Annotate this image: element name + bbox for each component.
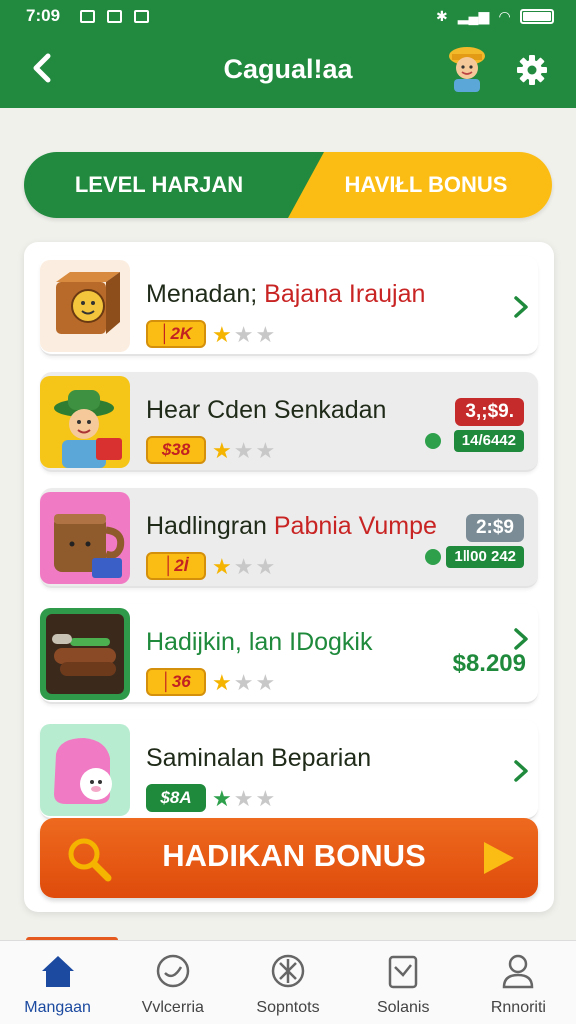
item-price: $8.209: [452, 650, 526, 677]
sun-icon: [271, 954, 305, 988]
list-item[interactable]: Hear Cden Senkadan $38 ★★★ 3,;$9. 14/644…: [40, 372, 538, 472]
level-chip: │36: [146, 668, 206, 696]
level-chip: │2İ: [146, 552, 206, 580]
status-bar: 7:09 ✱ ▂▄▆ ◠: [0, 0, 576, 32]
app-header: Cagual!aa: [0, 32, 576, 108]
nav-item-vvlcerria[interactable]: Vvlcerria: [115, 941, 230, 1024]
item-title: Hear Cden Senkadan: [146, 396, 387, 424]
level-chip: │2K: [146, 320, 206, 348]
wifi-icon: ◠: [499, 7, 510, 24]
star-rating: ★★★: [212, 438, 277, 464]
chevron-right-icon: [514, 628, 528, 650]
home-icon: [41, 956, 74, 987]
gem-icon: [425, 433, 441, 449]
item-list-panel: Menadan; Bajana Iraujan │2K ★★★ Hear Cde…: [24, 242, 554, 912]
bonus-button-label: HADIKAN BONUS: [162, 838, 426, 873]
chevron-right-icon: [514, 296, 528, 318]
star-rating: ★★★: [212, 786, 277, 812]
farmer-icon: [40, 376, 130, 468]
bonus-button[interactable]: HADIKAN BONUS: [40, 818, 538, 898]
star-icon: ★: [255, 322, 278, 347]
bottom-nav: Mangaan Vvlcerria Sopntots Solanis Rnnor…: [0, 940, 576, 1024]
pig-icon: [40, 724, 130, 816]
play-icon: [484, 842, 514, 874]
price-badge: 3,;$9.: [455, 398, 524, 426]
item-title: Saminalan Beparian: [146, 744, 372, 772]
item-title: Hadlingran Pabnia Vumpe: [146, 512, 437, 540]
gear-icon: [517, 55, 547, 85]
signal-icon: ▂▄▆: [457, 7, 490, 24]
star-rating: ★★★: [212, 670, 277, 696]
nav-label: Rnnoriti: [490, 999, 546, 1016]
chevron-right-icon: [514, 760, 528, 782]
star-icon: ★: [212, 322, 234, 347]
star-icon: ★: [212, 438, 234, 463]
list-item[interactable]: Hadijkin, lan IDogkik │36 ★★★ $8.209: [40, 604, 538, 704]
battery-icon: [520, 8, 554, 24]
star-icon: ★: [233, 670, 256, 695]
item-title-highlight: Senkadan: [273, 396, 387, 424]
nav-label: Mangaan: [24, 999, 91, 1016]
doc-icon: [388, 955, 418, 989]
star-icon: ★: [233, 322, 256, 347]
star-icon: ★: [233, 438, 256, 463]
tab-level-harjan[interactable]: LEVEL HARJAN: [24, 152, 324, 218]
food-icon: [40, 608, 130, 700]
item-title-highlight: Bajana Iraujan: [264, 280, 426, 308]
list-item[interactable]: Hadlingran Pabnia Vumpe │2İ ★★★ 2:$9 1ǁ0…: [40, 488, 538, 588]
bluetooth-icon: ✱: [436, 7, 448, 24]
avatar[interactable]: [444, 44, 490, 92]
count-badge: 14/6442: [453, 430, 524, 452]
star-icon: ★: [212, 554, 234, 579]
gem-icon: [425, 549, 441, 565]
tab-bar: HAVIŁL BONUS LEVEL HARJAN: [24, 152, 552, 218]
settings-button[interactable]: [510, 48, 554, 92]
nav-label: Vvlcerria: [141, 999, 204, 1016]
mug-icon: [40, 492, 130, 584]
count-badge: 1ǁ00 242: [446, 546, 524, 568]
nav-item-rnnoriti[interactable]: Rnnoriti: [461, 941, 576, 1024]
star-icon: ★: [212, 670, 234, 695]
star-icon: ★: [233, 554, 256, 579]
notification-icon: [80, 9, 96, 23]
star-icon: ★: [233, 786, 256, 811]
nav-item-mangaan[interactable]: Mangaan: [0, 941, 115, 1024]
list-item[interactable]: Menadan; Bajana Iraujan │2K ★★★: [40, 256, 538, 356]
person-icon: [503, 954, 534, 989]
notification-icon: [134, 9, 150, 23]
notification-icon: [107, 9, 123, 23]
star-icon: ★: [212, 786, 234, 811]
star-icon: ★: [255, 554, 278, 579]
item-title: Hadijkin, lan IDogkik: [146, 628, 373, 656]
nav-item-sopntots[interactable]: Sopntots: [230, 941, 345, 1024]
item-title-highlight: Pabnia Vumpe: [273, 512, 437, 540]
nav-item-solanis[interactable]: Solanis: [346, 941, 461, 1024]
item-title: Menadan; Bajana Iraujan: [146, 280, 426, 308]
star-icon: ★: [255, 438, 278, 463]
price-badge: 2:$9: [465, 514, 524, 542]
status-time: 7:09: [26, 6, 61, 25]
level-chip: $8A: [146, 784, 206, 812]
smile-icon: [156, 954, 190, 988]
star-icon: ★: [255, 786, 278, 811]
nav-label: Sopntots: [256, 999, 320, 1016]
box-face-icon: [40, 260, 130, 352]
level-chip: $38: [146, 436, 206, 464]
nav-label: Solanis: [376, 999, 430, 1016]
star-icon: ★: [255, 670, 278, 695]
list-item[interactable]: Saminalan Beparian $8A ★★★: [40, 720, 538, 820]
star-rating: ★★★: [212, 322, 277, 348]
star-rating: ★★★: [212, 554, 277, 580]
